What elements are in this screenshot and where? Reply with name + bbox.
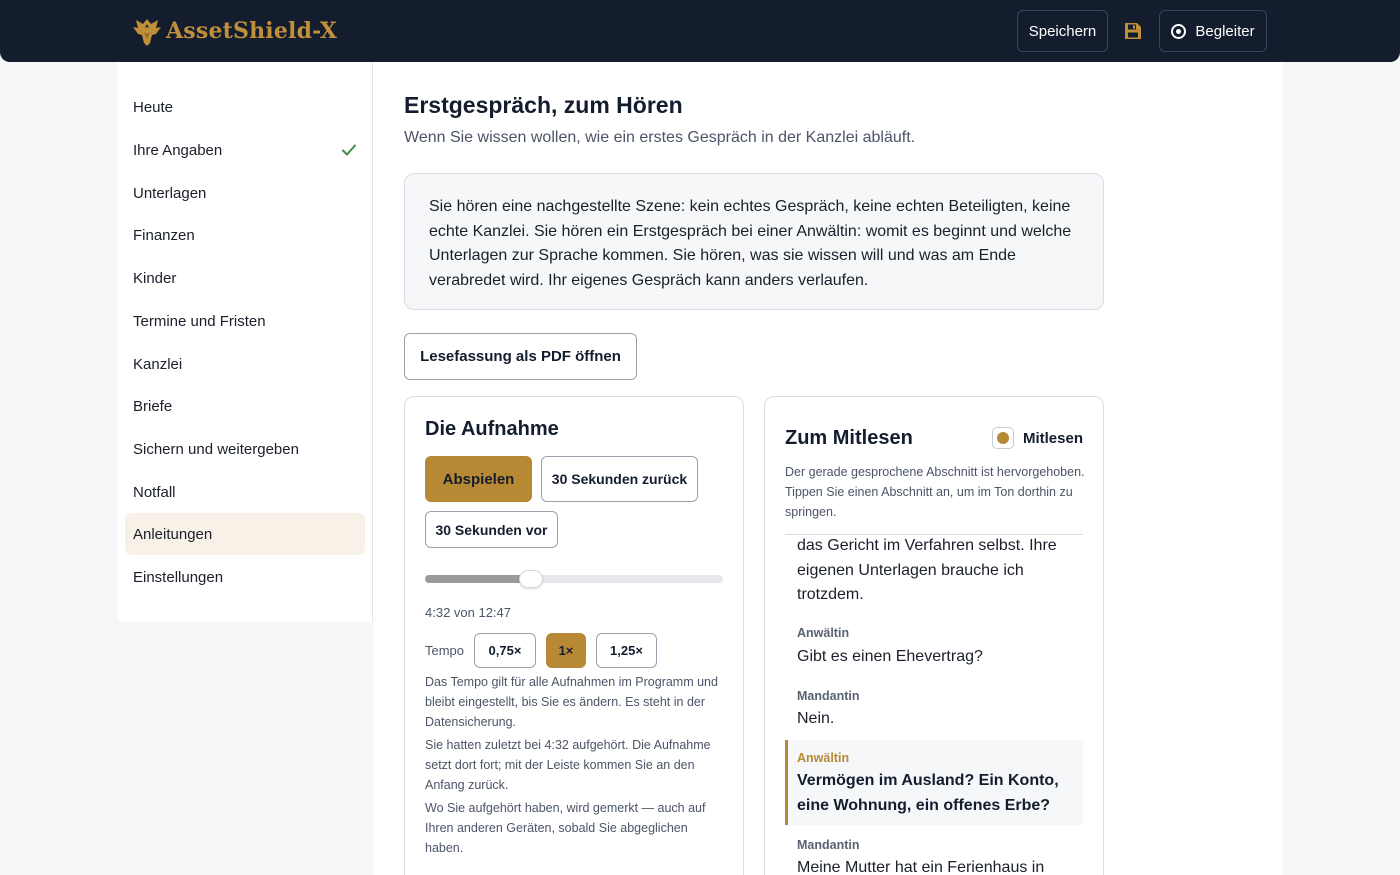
sidebar-item-label: Ihre Angaben xyxy=(133,141,223,159)
speaker-label: Anwältin xyxy=(797,626,850,640)
toggle-label: Mitlesen xyxy=(1022,429,1083,447)
transcript-segment[interactable]: das Gericht im Verfahren selbst. Ihre ei… xyxy=(797,534,1077,608)
sidebar-item-ihre-angaben[interactable]: Ihre Angaben xyxy=(125,129,365,171)
brand-name: AssetShield-X xyxy=(166,18,338,44)
sidebar-item-finanzen[interactable]: Finanzen xyxy=(125,214,365,256)
progress-fill xyxy=(425,575,532,583)
speaker-label: Anwältin xyxy=(797,751,850,765)
top-bar: AssetShield-X Speichern Begleiter xyxy=(0,0,1400,62)
sidebar-item-heute[interactable]: Heute xyxy=(125,86,365,128)
transcript-segment[interactable]: Nein. xyxy=(797,707,1077,732)
sidebar-item-unterlagen[interactable]: Unterlagen xyxy=(125,172,365,214)
current-segment[interactable]: Anwältin Vermögen im Ausland? Ein Konto,… xyxy=(785,740,1083,825)
sidebar-item-sichern[interactable]: Sichern und weitergeben xyxy=(125,428,365,470)
resume-note: Sie hatten zuletzt bei 4:32 aufgehört. D… xyxy=(425,738,711,792)
page-title: Erstgespräch, zum Hören xyxy=(404,92,683,118)
progress-track[interactable] xyxy=(425,570,723,588)
readalong-toggle[interactable]: Mitlesen xyxy=(991,427,1083,449)
speaker-label: Mandantin xyxy=(797,689,860,703)
page-subtitle: Wenn Sie wissen wollen, wie ein erstes G… xyxy=(404,129,916,146)
speed-125-button[interactable]: 1,25× xyxy=(596,633,657,668)
sidebar-item-label: Finanzen xyxy=(133,226,195,244)
sidebar-item-label: Heute xyxy=(133,98,174,116)
sidebar-item-label: Kanzlei xyxy=(133,355,183,373)
player-title: Die Aufnahme xyxy=(425,418,559,440)
transcript-segment-current: Vermögen im Ausland? Ein Konto, eine Woh… xyxy=(797,772,1059,814)
skip-forward-button[interactable]: 30 Sekunden vor xyxy=(425,511,558,548)
skip-back-button[interactable]: 30 Sekunden zurück xyxy=(541,456,698,502)
sidebar-item-einstellungen[interactable]: Einstellungen xyxy=(125,556,365,598)
toggle-indicator[interactable] xyxy=(991,427,1014,449)
speaker-label: Mandantin xyxy=(797,838,860,852)
companion-button[interactable]: Begleiter xyxy=(1159,10,1267,52)
main-content: Erstgespräch, zum Hören Wenn Sie wissen … xyxy=(373,62,1283,875)
brand[interactable]: AssetShield-X xyxy=(132,14,337,48)
toggle-dot xyxy=(996,432,1009,444)
sidebar-item-label: Kinder xyxy=(133,269,177,287)
sidebar-item-label: Termine und Fristen xyxy=(133,312,266,330)
sidebar-item-label: Notfall xyxy=(133,483,176,501)
tempo-label: Tempo xyxy=(425,643,465,658)
sidebar-item-termine[interactable]: Termine und Fristen xyxy=(125,300,365,342)
sidebar-item-label: Sichern und weitergeben xyxy=(133,440,299,458)
transcript-segment[interactable]: Gibt es einen Ehevertrag? xyxy=(797,645,1077,670)
play-button[interactable]: Abspielen xyxy=(425,456,532,502)
sidebar-item-label: Einstellungen xyxy=(133,568,224,586)
check-icon xyxy=(342,144,356,156)
sidebar-item-label: Anleitungen xyxy=(133,525,213,543)
speed-075-button[interactable]: 0,75× xyxy=(474,633,536,668)
transcript-segment[interactable]: Meine Mutter hat ein Ferienhaus in xyxy=(797,856,1077,875)
sidebar-item-label: Unterlagen xyxy=(133,184,207,202)
sidebar-item-kinder[interactable]: Kinder xyxy=(125,257,365,299)
speed-1-button[interactable]: 1× xyxy=(546,633,586,668)
tempo-note: Das Tempo gilt für alle Aufnahmen im Pro… xyxy=(425,675,718,729)
eagle-logo-icon xyxy=(133,19,161,46)
open-pdf-button[interactable]: Lesefassung als PDF öffnen xyxy=(404,333,637,380)
save-button[interactable]: Speichern xyxy=(1017,10,1108,52)
companion-label: Begleiter xyxy=(1195,22,1255,40)
time-readout: 4:32 von 12:47 xyxy=(425,605,512,620)
sidebar-item-briefe[interactable]: Briefe xyxy=(125,385,365,427)
player-card: Die Aufnahme Abspielen 30 Sekunden zurüc… xyxy=(404,396,744,875)
sidebar-item-anleitungen[interactable]: Anleitungen xyxy=(125,513,365,555)
readalong-card: Zum Mitlesen Mitlesen Der gerade gesproc… xyxy=(764,396,1104,875)
sync-note: Wo Sie aufgehört haben, wird gemerkt — a… xyxy=(425,801,706,855)
intro-notice: Sie hören eine nachgestellte Szene: kein… xyxy=(404,173,1104,310)
sidebar-item-kanzlei[interactable]: Kanzlei xyxy=(125,343,365,385)
sidebar-item-notfall[interactable]: Notfall xyxy=(125,471,365,513)
companion-ring-icon xyxy=(1171,23,1187,39)
floppy-disk-icon[interactable] xyxy=(1124,22,1142,40)
readalong-description: Der gerade gesprochene Abschnitt ist her… xyxy=(785,465,1085,519)
sidebar-item-label: Briefe xyxy=(133,397,173,415)
sidebar-nav: Heute Ihre Angaben Unterlagen Finanzen K… xyxy=(117,62,373,622)
progress-thumb[interactable] xyxy=(519,570,544,588)
readalong-title: Zum Mitlesen xyxy=(785,427,913,449)
